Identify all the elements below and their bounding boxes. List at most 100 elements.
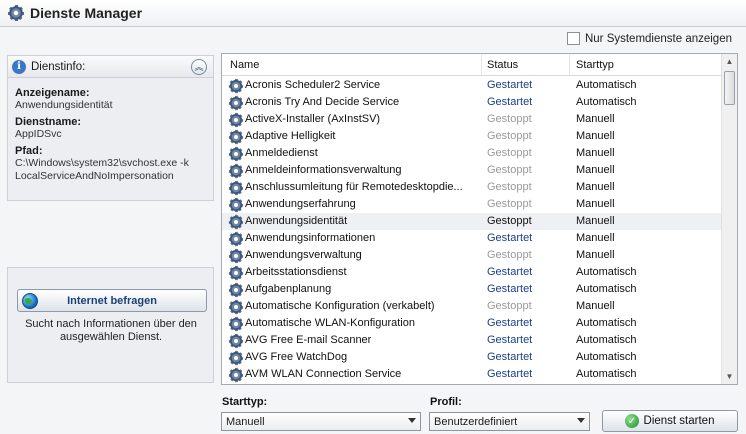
gear-icon [228,248,244,264]
service-starttype: Manuell [576,300,615,312]
system-services-checkbox[interactable] [566,32,580,45]
gear-icon [228,197,244,213]
table-row[interactable]: Anwendungsverwaltung Gestoppt Manuell [222,247,722,264]
table-row[interactable]: Automatische Konfiguration (verkabelt) Ge… [222,298,722,315]
table-row[interactable]: Aufgabenplanung Gestartet Automatisch [222,281,722,298]
service-status: Gestartet [487,266,533,278]
table-row[interactable]: Anwendungserfahrung Gestoppt Manuell [222,196,722,213]
system-services-label[interactable]: Nur Systemdienste anzeigen [585,33,732,45]
info-icon: i [12,59,26,74]
gear-icon [228,367,244,383]
service-status: Gestoppt [487,198,532,210]
table-row[interactable]: Anschlussumleitung für Remotedesktopdie.… [222,179,722,196]
service-starttype: Manuell [576,215,615,227]
vertical-scrollbar[interactable]: ▲ ▼ [721,54,737,384]
gear-icon [228,112,244,128]
chevron-down-icon [408,418,416,423]
service-name-label: Dienstname: [15,116,82,128]
gear-icon [228,299,244,315]
gear-icon [228,95,244,111]
start-service-button[interactable]: ✓ Dienst starten [602,410,738,432]
services-list[interactable]: Name Status Starttyp Acronis Scheduler2 … [221,53,738,385]
service-name: Acronis Scheduler2 Service [245,79,381,91]
table-row[interactable]: Arbeitsstationsdienst Gestartet Automatisc… [222,264,722,281]
gear-icon [8,5,24,21]
table-row[interactable]: Anmeldeinformationsverwaltung Gestoppt Man… [222,162,722,179]
profile-value: Benutzerdefiniert [434,415,518,428]
service-status: Gestoppt [487,300,532,312]
service-starttype: Manuell [576,130,615,142]
collapse-icon[interactable]: ︽ [191,59,207,75]
service-starttype: Manuell [576,249,615,261]
service-status: Gestartet [487,351,533,363]
service-info-header: i Dienstinfo: ︽ [8,56,213,78]
column-header-starttype[interactable]: Starttyp [576,59,614,71]
list-header: Name Status Starttyp [222,54,722,76]
service-starttype: Automatisch [576,334,637,346]
service-name: AVM WLAN Connection Service [245,368,402,380]
display-name-label: Anzeigename: [15,87,90,99]
service-name: Anmeldeinformationsverwaltung [245,164,402,176]
scroll-up-icon[interactable]: ▲ [722,54,737,69]
service-name: Anwendungserfahrung [245,198,356,210]
display-name-value: Anwendungsidentität [15,99,113,111]
table-row[interactable]: Anmeldedienst Gestoppt Manuell [222,145,722,162]
service-status: Gestartet [487,317,533,329]
service-status: Gestoppt [487,181,532,193]
table-row[interactable]: Acronis Scheduler2 Service Gestartet Autom… [222,77,722,94]
table-row[interactable]: Acronis Try And Decide Service Gestartet A… [222,94,722,111]
services-rows: Acronis Scheduler2 Service Gestartet Autom… [222,77,722,383]
service-name: Aufgabenplanung [245,283,332,295]
service-name: ActiveX-Installer (AxInstSV) [245,113,381,125]
service-starttype: Automatisch [576,79,637,91]
profile-label: Profil: [430,396,462,408]
internet-query-label: Internet befragen [67,294,157,307]
table-row[interactable]: Anwendungsidentität Gestoppt Manuell [222,213,722,230]
service-starttype: Manuell [576,232,615,244]
table-row[interactable]: AVG Free WatchDog Gestartet Automatisch [222,349,722,366]
starttype-select[interactable]: Manuell [221,412,421,431]
service-status: Gestoppt [487,249,532,261]
service-starttype: Automatisch [576,266,637,278]
scroll-down-icon[interactable]: ▼ [722,369,737,384]
service-name: Anschlussumleitung für Remotedesktopdie.… [245,181,463,193]
table-row[interactable]: Adaptive Helligkeit Gestoppt Manuell [222,128,722,145]
column-header-status[interactable]: Status [487,59,518,71]
service-name: Adaptive Helligkeit [245,130,336,142]
gear-icon [228,163,244,179]
scroll-thumb[interactable] [724,71,735,105]
path-label: Pfad: [15,145,43,157]
table-row[interactable]: Anwendungsinformationen Gestartet Manuell [222,230,722,247]
title-bar: Dienste Manager [0,0,746,27]
start-service-label: Dienst starten [643,415,715,427]
system-services-filter[interactable]: Nur Systemdienste anzeigen [566,32,732,45]
profile-select[interactable]: Benutzerdefiniert [429,412,590,431]
service-status: Gestoppt [487,130,532,142]
service-starttype: Automatisch [576,317,637,329]
gear-icon [228,316,244,332]
service-starttype: Automatisch [576,351,637,363]
service-name: Acronis Try And Decide Service [245,96,400,108]
table-row[interactable]: AVM WLAN Connection Service Gestartet Auto… [222,366,722,383]
chevron-down-icon [577,418,585,423]
service-status: Gestartet [487,368,533,380]
column-header-name[interactable]: Name [230,59,259,71]
service-status: Gestartet [487,96,533,108]
service-status: Gestartet [487,283,533,295]
service-name: AVG Free WatchDog [245,351,348,363]
path-value-line2: LocalServiceAndNoImpersonation [15,170,174,182]
service-status: Gestoppt [487,147,532,159]
table-row[interactable]: Automatische WLAN-Konfiguration Gestartet… [222,315,722,332]
table-row[interactable]: AVG Free E-mail Scanner Gestartet Automati… [222,332,722,349]
service-starttype: Automatisch [576,368,637,380]
service-status: Gestoppt [487,215,532,227]
path-value-line1: C:\Windows\system32\svchost.exe -k [15,157,189,169]
service-status: Gestoppt [487,113,532,125]
service-starttype: Manuell [576,164,615,176]
internet-query-button[interactable]: Internet befragen [17,289,207,312]
service-name: Automatische WLAN-Konfiguration [245,317,415,329]
service-info-title: Dienstinfo: [31,60,86,73]
table-row[interactable]: ActiveX-Installer (AxInstSV) Gestoppt Manu… [222,111,722,128]
service-starttype: Manuell [576,147,615,159]
service-name: Anwendungsidentität [245,215,348,227]
